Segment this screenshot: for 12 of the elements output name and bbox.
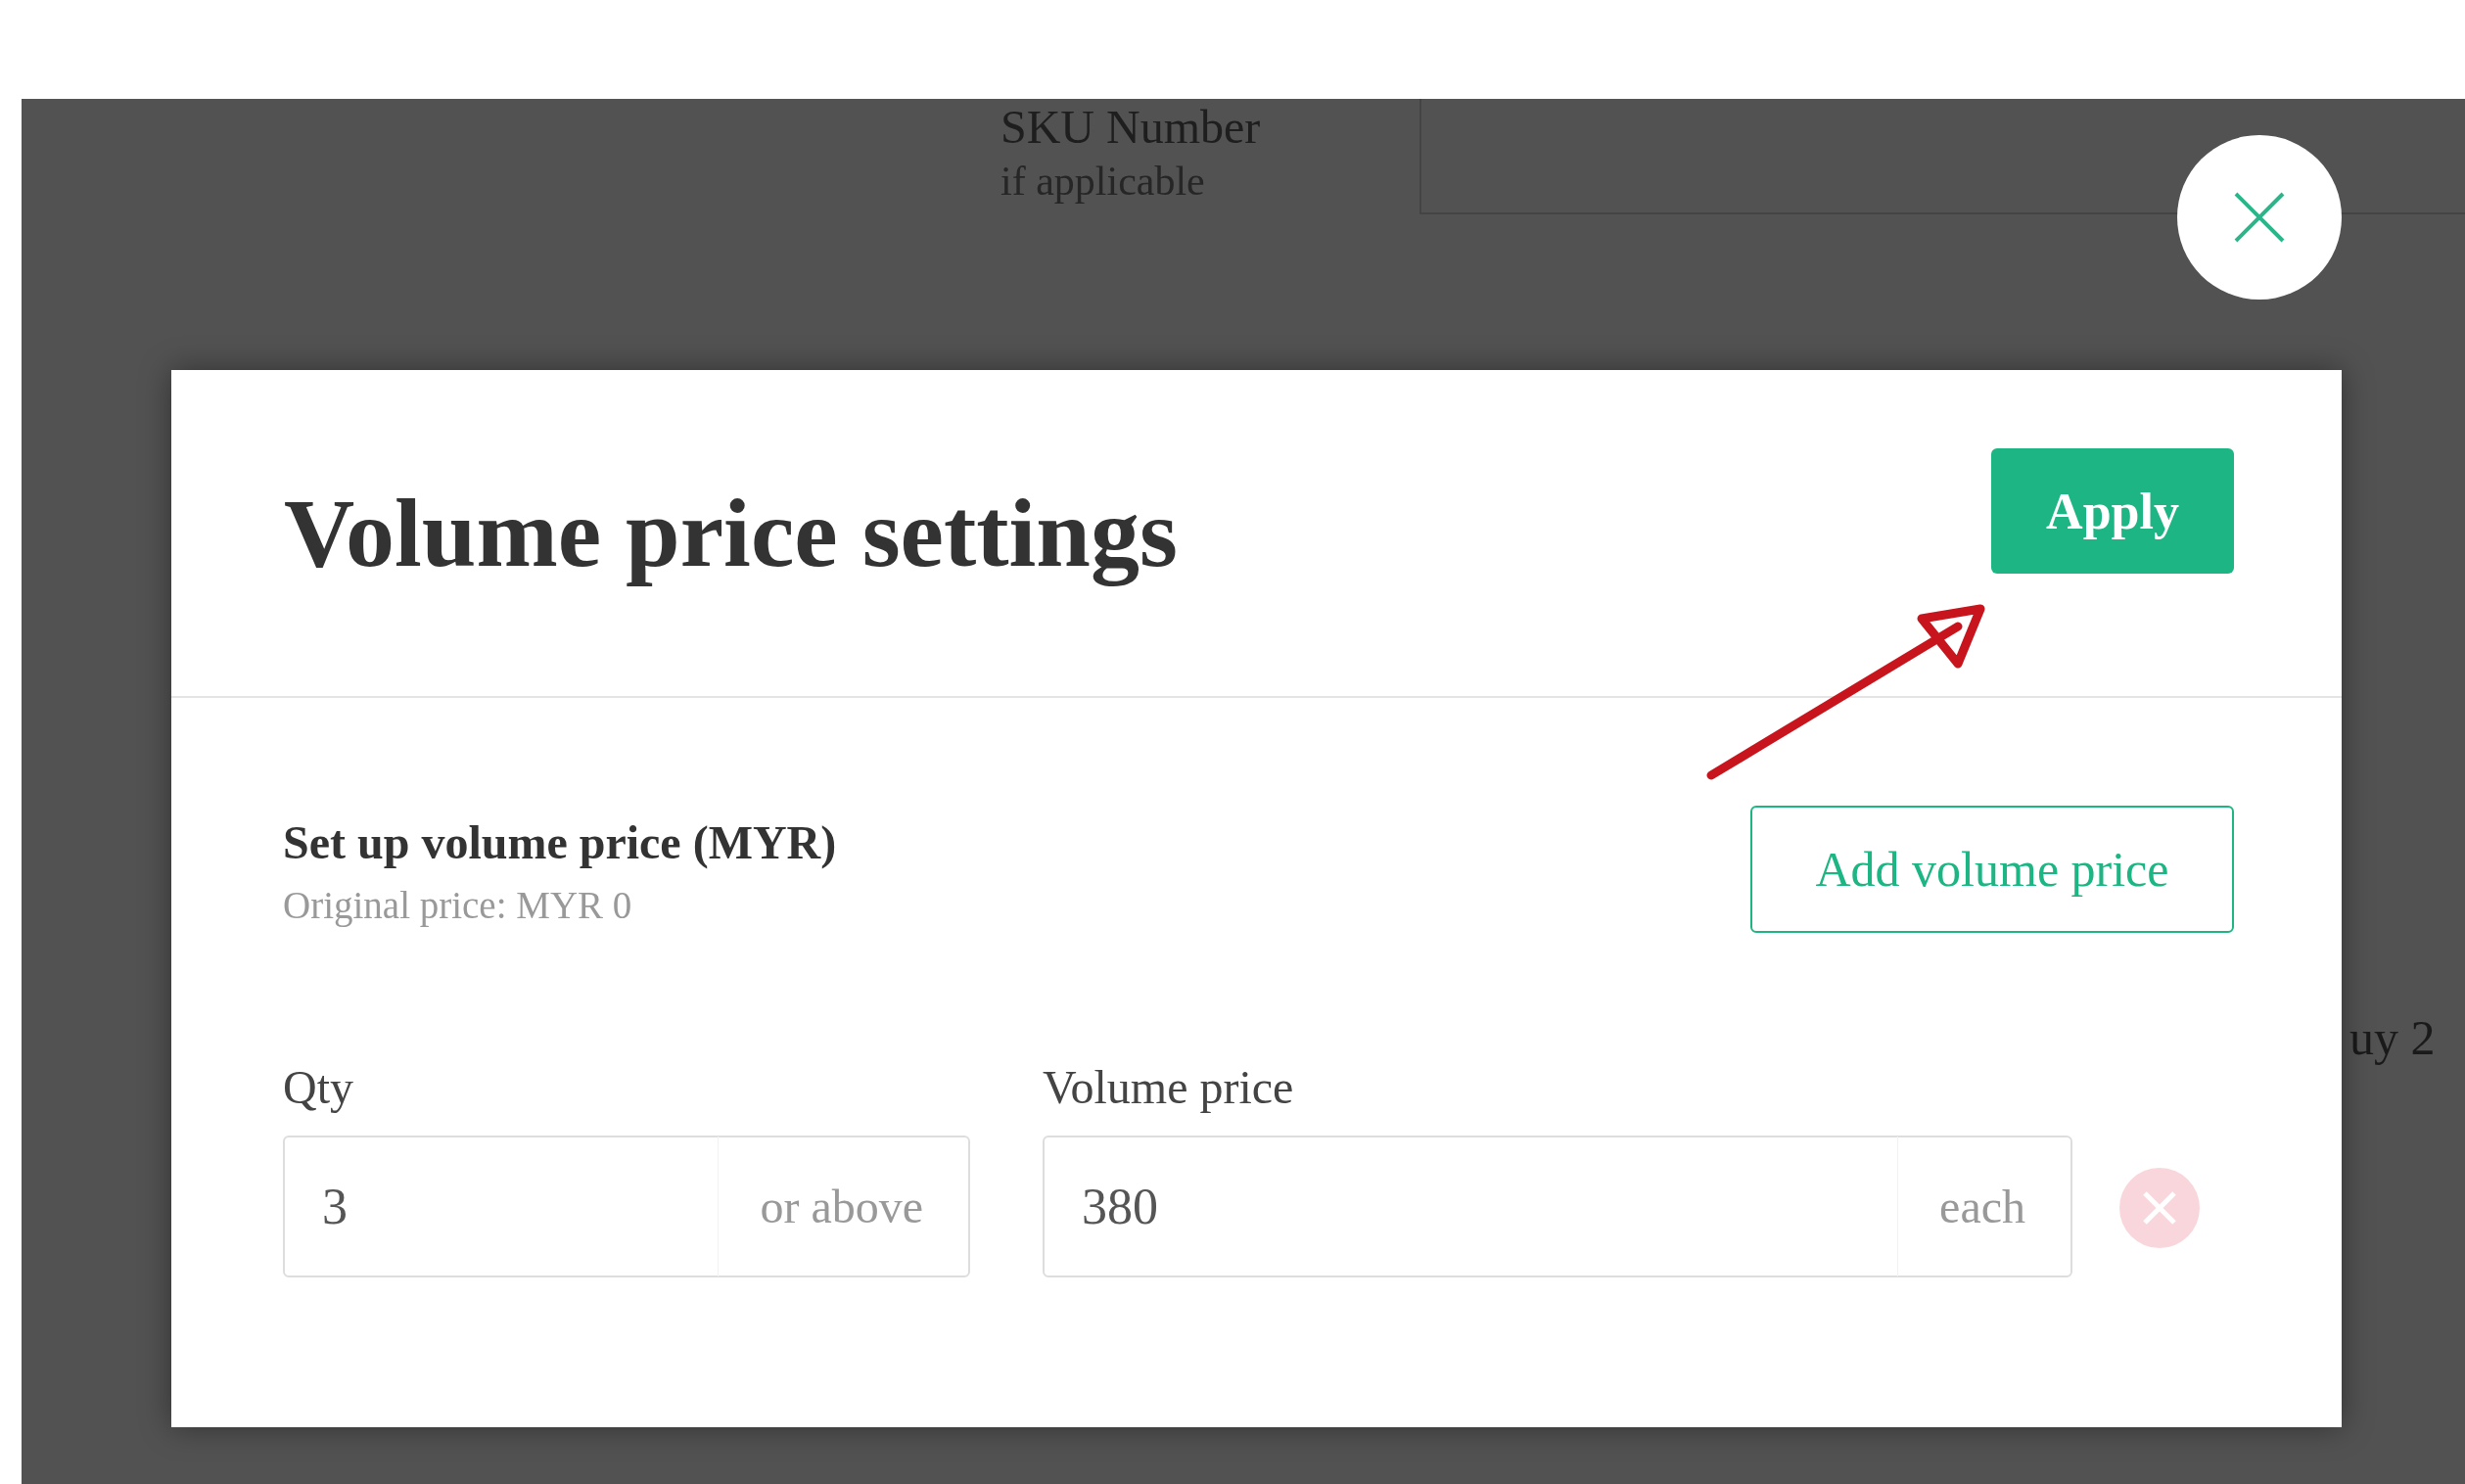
qty-input[interactable]: 3 [285,1177,719,1236]
unit-suffix: or above [718,1136,968,1276]
volume-price-label: Volume price [1043,1060,1295,1114]
volume-price-field[interactable]: 380 each [1043,1136,2072,1277]
qty-field[interactable]: 3 or above [283,1136,970,1277]
original-price-note: Original price: MYR 0 [283,883,633,927]
price-input[interactable]: 380 [1045,1177,1898,1236]
close-icon [2232,190,2287,245]
qty-label: Qty [283,1060,354,1114]
section-title: Set up volume price (MYR) [283,815,837,869]
modal-title: Volume price settings [284,478,1178,589]
unit-suffix: each [1897,1136,2070,1276]
